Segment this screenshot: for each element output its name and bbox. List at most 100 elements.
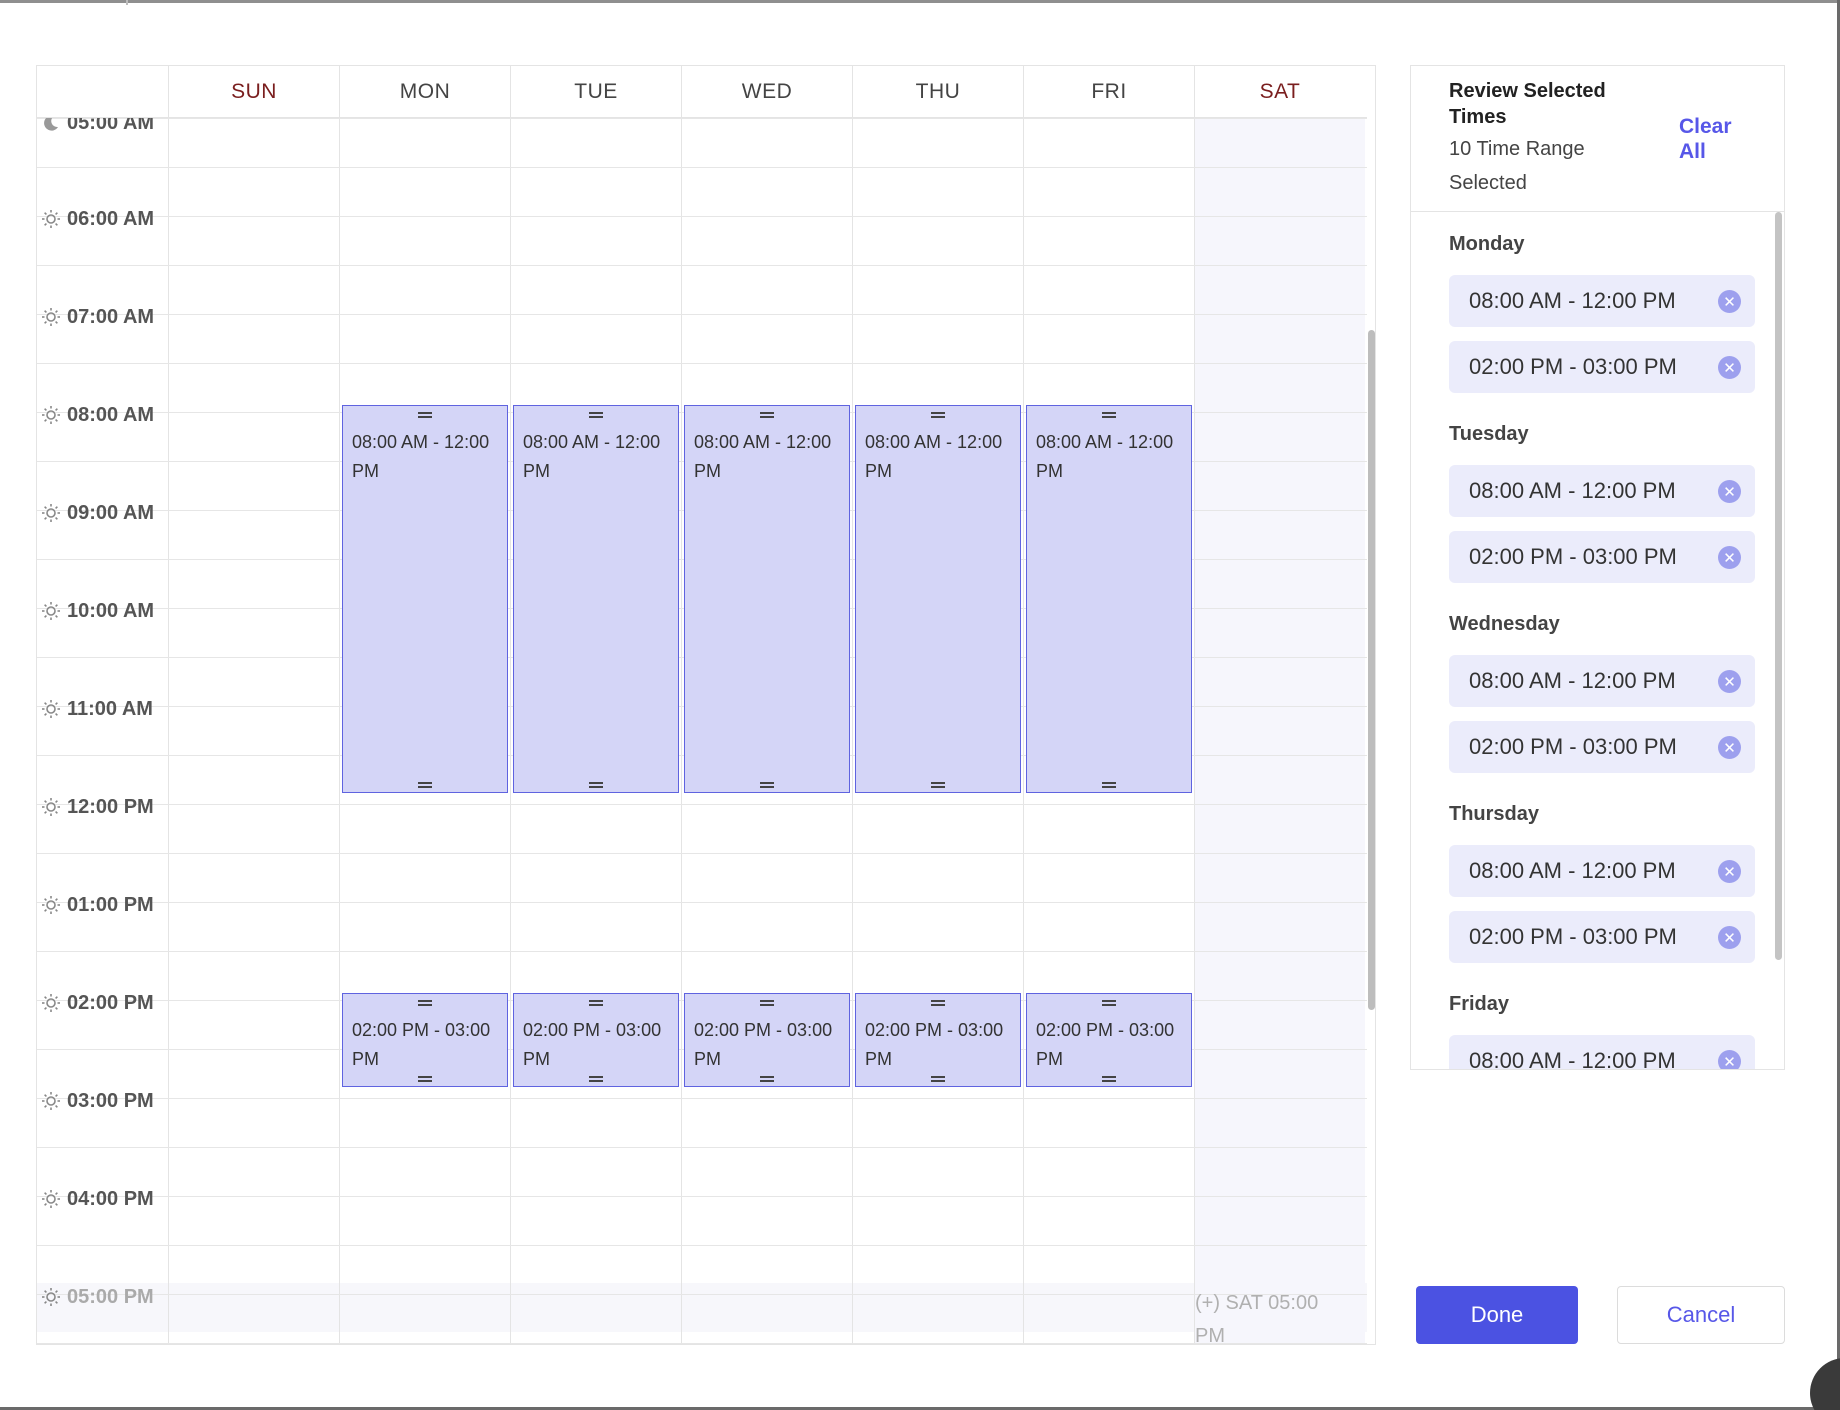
resize-handle-top[interactable] (589, 412, 603, 418)
calendar-grid[interactable]: 05:00 AM 06:00 AM 07:00 AM 08:00 AM 09:00 AM… (37, 118, 1367, 1344)
day-header-wed: WED (681, 66, 852, 118)
sun-icon (41, 1287, 61, 1307)
calendar-scrollbar[interactable] (1368, 330, 1375, 1010)
remove-range-icon[interactable]: ✕ (1718, 290, 1741, 313)
remove-range-icon[interactable]: ✕ (1718, 356, 1741, 379)
resize-handle-bottom[interactable] (931, 782, 945, 788)
time-label: 08:00 AM (41, 402, 154, 428)
time-range-chip[interactable]: 02:00 PM - 03:00 PM ✕ (1449, 721, 1755, 773)
resize-handle-bottom[interactable] (931, 1076, 945, 1082)
resize-handle-top[interactable] (1102, 1000, 1116, 1006)
time-range-chip[interactable]: 08:00 AM - 12:00 PM ✕ (1449, 1035, 1755, 1069)
time-range-chip[interactable]: 02:00 PM - 03:00 PM ✕ (1449, 911, 1755, 963)
resize-handle-bottom[interactable] (589, 1076, 603, 1082)
time-range-text: 08:00 AM - 12:00 PM (1469, 858, 1676, 883)
time-block-wed[interactable]: 02:00 PM - 03:00 PM (684, 993, 850, 1087)
selected-times-list[interactable]: Monday 08:00 AM - 12:00 PM ✕ 02:00 PM - 03:… (1411, 213, 1784, 1069)
review-day-group: Thursday 08:00 AM - 12:00 PM ✕ 02:00 PM - 0… (1449, 803, 1759, 983)
calendar-header: SUN MON TUE WED THU FRI SAT (37, 66, 1367, 118)
resize-handle-top[interactable] (760, 1000, 774, 1006)
hour-line (37, 118, 1367, 119)
clear-all-button[interactable]: Clear All (1679, 114, 1749, 164)
resize-handle-bottom[interactable] (760, 1076, 774, 1082)
time-label: 03:00 PM (41, 1088, 154, 1114)
time-label-text: 12:00 PM (67, 795, 154, 818)
time-range-chip[interactable]: 08:00 AM - 12:00 PM ✕ (1449, 655, 1755, 707)
time-label-text: 07:00 AM (67, 305, 155, 328)
time-block-thu[interactable]: 02:00 PM - 03:00 PM (855, 993, 1021, 1087)
resize-handle-top[interactable] (760, 412, 774, 418)
time-block-wed[interactable]: 08:00 AM - 12:00 PM (684, 405, 850, 793)
sun-icon (41, 797, 61, 817)
resize-handle-bottom[interactable] (1102, 782, 1116, 788)
sun-icon (41, 601, 61, 621)
time-block-mon[interactable]: 02:00 PM - 03:00 PM (342, 993, 508, 1087)
time-label: 04:00 PM (41, 1186, 154, 1212)
resize-handle-top[interactable] (1102, 412, 1116, 418)
resize-handle-bottom[interactable] (1102, 1076, 1116, 1082)
sun-icon (41, 993, 61, 1013)
time-block-thu[interactable]: 08:00 AM - 12:00 PM (855, 405, 1021, 793)
time-block-fri[interactable]: 08:00 AM - 12:00 PM (1026, 405, 1192, 793)
time-label-text: 02:00 PM (67, 991, 154, 1014)
time-range-chip[interactable]: 08:00 AM - 12:00 PM ✕ (1449, 275, 1755, 327)
time-block-label: 08:00 AM - 12:00 PM (865, 432, 1003, 481)
day-header-sun: SUN (168, 66, 339, 118)
resize-handle-top[interactable] (589, 1000, 603, 1006)
remove-range-icon[interactable]: ✕ (1718, 1050, 1741, 1069)
resize-handle-bottom[interactable] (760, 782, 774, 788)
sun-icon (41, 307, 61, 327)
time-block-tue[interactable]: 08:00 AM - 12:00 PM (513, 405, 679, 793)
time-label-text: 03:00 PM (67, 1089, 154, 1112)
window-top-border (0, 0, 1840, 3)
remove-range-icon[interactable]: ✕ (1718, 736, 1741, 759)
resize-handle-bottom[interactable] (418, 782, 432, 788)
time-label: 07:00 AM (41, 304, 154, 330)
time-block-tue[interactable]: 02:00 PM - 03:00 PM (513, 993, 679, 1087)
review-day-group: Friday 08:00 AM - 12:00 PM ✕ (1449, 993, 1759, 1069)
time-label-text: 11:00 AM (67, 697, 153, 720)
add-slot-hint[interactable]: (+) SAT 05:00 PM (1195, 1287, 1345, 1343)
time-label: 01:00 PM (41, 892, 154, 918)
review-day-group: Wednesday 08:00 AM - 12:00 PM ✕ 02:00 PM - … (1449, 613, 1759, 793)
time-label-text: 05:00 AM (67, 118, 155, 134)
resize-handle-top[interactable] (418, 1000, 432, 1006)
review-day-name: Tuesday (1449, 423, 1529, 445)
time-block-fri[interactable]: 02:00 PM - 03:00 PM (1026, 993, 1192, 1087)
time-range-chip[interactable]: 08:00 AM - 12:00 PM ✕ (1449, 845, 1755, 897)
review-day-group: Monday 08:00 AM - 12:00 PM ✕ 02:00 PM - 03:… (1449, 233, 1759, 413)
time-block-mon[interactable]: 08:00 AM - 12:00 PM (342, 405, 508, 793)
day-column-sun[interactable] (168, 118, 339, 1344)
time-label: 06:00 AM (41, 206, 154, 232)
done-button[interactable]: Done (1416, 1286, 1578, 1344)
time-block-label: 08:00 AM - 12:00 PM (694, 432, 832, 481)
day-column-sat[interactable] (1194, 118, 1365, 1344)
remove-range-icon[interactable]: ✕ (1718, 546, 1741, 569)
hour-line (37, 216, 1367, 217)
remove-range-icon[interactable]: ✕ (1718, 480, 1741, 503)
review-day-group: Tuesday 08:00 AM - 12:00 PM ✕ 02:00 PM - 03… (1449, 423, 1759, 603)
sun-icon (41, 405, 61, 425)
review-scrollbar[interactable] (1775, 212, 1782, 960)
hour-line (37, 902, 1367, 903)
time-range-chip[interactable]: 02:00 PM - 03:00 PM ✕ (1449, 531, 1755, 583)
review-day-name: Wednesday (1449, 613, 1560, 635)
cancel-button[interactable]: Cancel (1617, 1286, 1785, 1344)
remove-range-icon[interactable]: ✕ (1718, 860, 1741, 883)
resize-handle-top[interactable] (931, 1000, 945, 1006)
resize-handle-top[interactable] (931, 412, 945, 418)
remove-range-icon[interactable]: ✕ (1718, 926, 1741, 949)
time-label-text: 05:00 PM (67, 1285, 154, 1308)
day-header-sat: SAT (1194, 66, 1365, 118)
window-top-tick (126, 0, 128, 5)
time-range-chip[interactable]: 02:00 PM - 03:00 PM ✕ (1449, 341, 1755, 393)
time-block-label: 02:00 PM - 03:00 PM (523, 1020, 662, 1069)
time-range-chip[interactable]: 08:00 AM - 12:00 PM ✕ (1449, 465, 1755, 517)
remove-range-icon[interactable]: ✕ (1718, 670, 1741, 693)
time-label-text: 01:00 PM (67, 893, 154, 916)
time-label-text: 10:00 AM (67, 599, 155, 622)
resize-handle-bottom[interactable] (418, 1076, 432, 1082)
resize-handle-bottom[interactable] (589, 782, 603, 788)
time-label-text: 08:00 AM (67, 403, 155, 426)
resize-handle-top[interactable] (418, 412, 432, 418)
